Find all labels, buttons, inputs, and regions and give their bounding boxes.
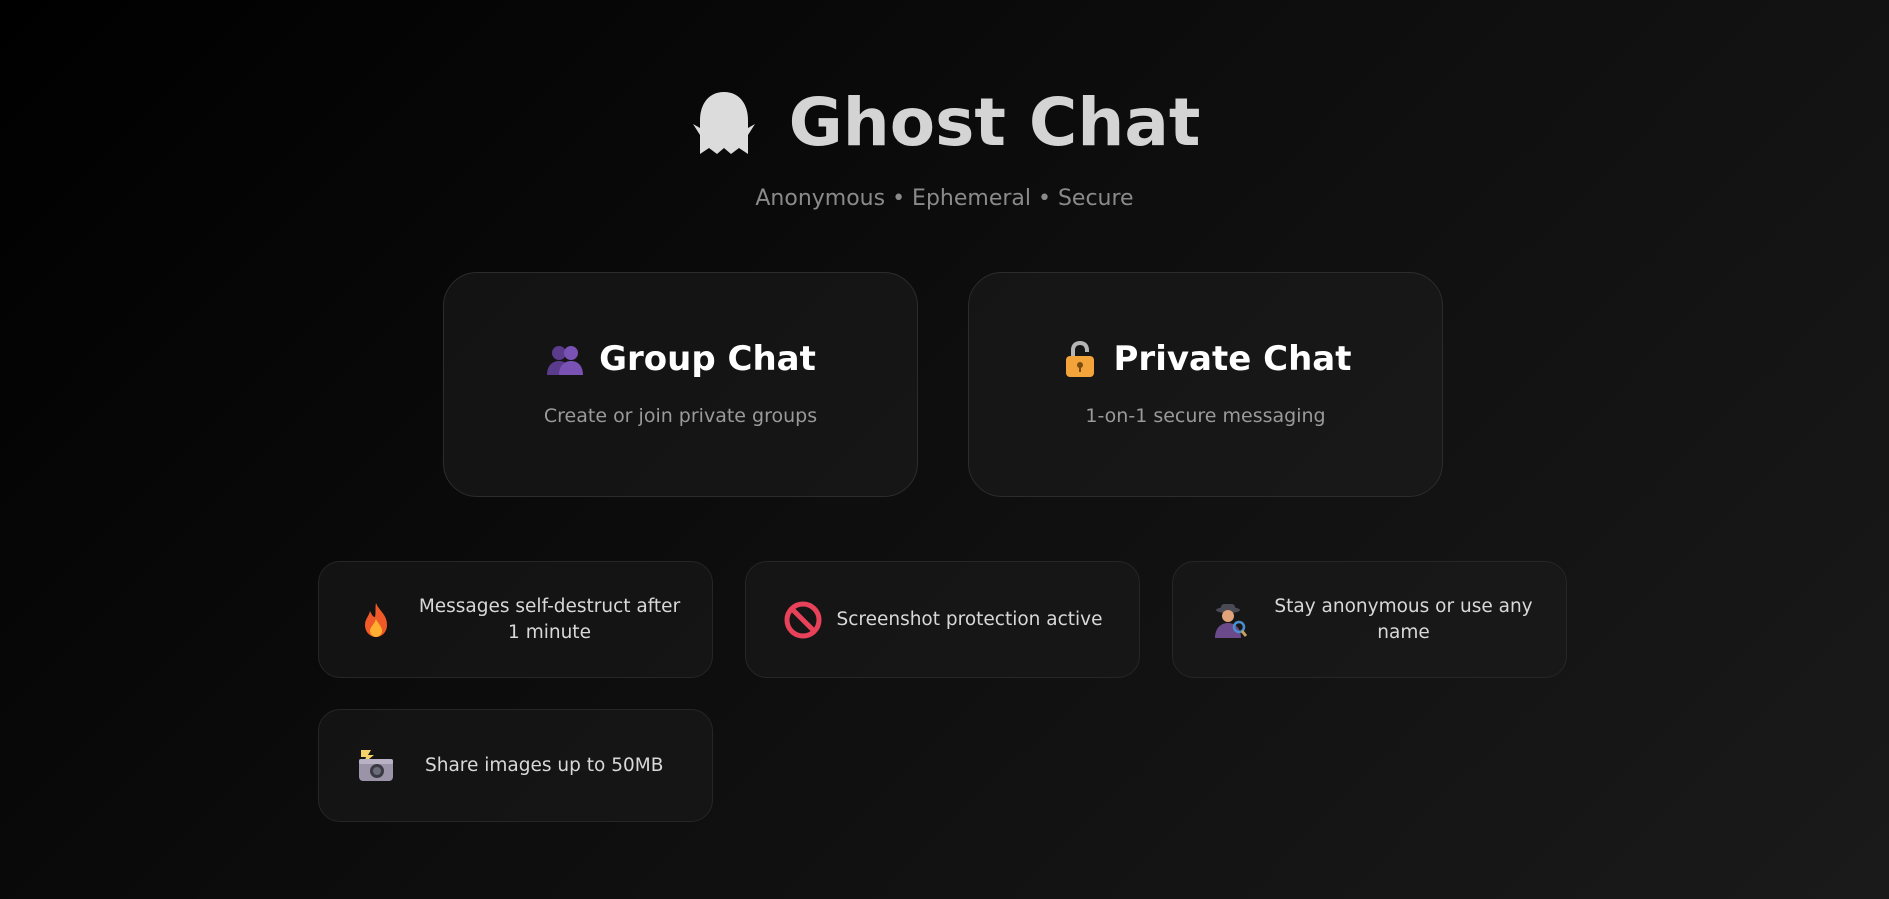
private-chat-title-row: Private Chat — [1060, 339, 1352, 379]
private-chat-card[interactable]: Private Chat 1-on-1 secure messaging — [968, 272, 1443, 497]
people-icon — [547, 346, 584, 375]
fire-icon — [365, 602, 387, 637]
feature-self-destruct: Messages self-destruct after 1 minute — [318, 561, 713, 678]
group-chat-title-row: Group Chat — [545, 339, 816, 379]
feature-anonymous: Stay anonymous or use any name — [1172, 561, 1567, 678]
camera-flash-icon — [359, 749, 393, 781]
app-subtitle: Anonymous • Ephemeral • Secure — [755, 186, 1134, 211]
feature-anonymous-text: Stay anonymous or use any name — [1274, 595, 1533, 643]
lock-icon — [1065, 341, 1094, 377]
detective-icon — [1215, 603, 1248, 638]
feature-self-destruct-text: Messages self-destruct after 1 minute — [418, 595, 681, 643]
feature-screenshot-protection: Screenshot protection active — [745, 561, 1140, 678]
app-title: Ghost Chat — [788, 84, 1201, 161]
group-chat-card[interactable]: Group Chat Create or join private groups — [443, 272, 918, 497]
private-chat-description: 1-on-1 secure messaging — [1085, 405, 1326, 427]
feature-screenshot-protection-text: Screenshot protection active — [836, 608, 1103, 630]
private-chat-title: Private Chat — [1113, 339, 1352, 379]
title-row: Ghost Chat — [689, 78, 1201, 168]
group-chat-title: Group Chat — [599, 339, 816, 379]
ghost-icon — [692, 92, 755, 154]
feature-share-images: Share images up to 50MB — [318, 709, 713, 822]
header: Ghost Chat Anonymous • Ephemeral • Secur… — [0, 78, 1889, 211]
feature-share-images-text: Share images up to 50MB — [425, 754, 664, 776]
no-entry-icon — [784, 601, 822, 638]
group-chat-description: Create or join private groups — [543, 405, 818, 427]
